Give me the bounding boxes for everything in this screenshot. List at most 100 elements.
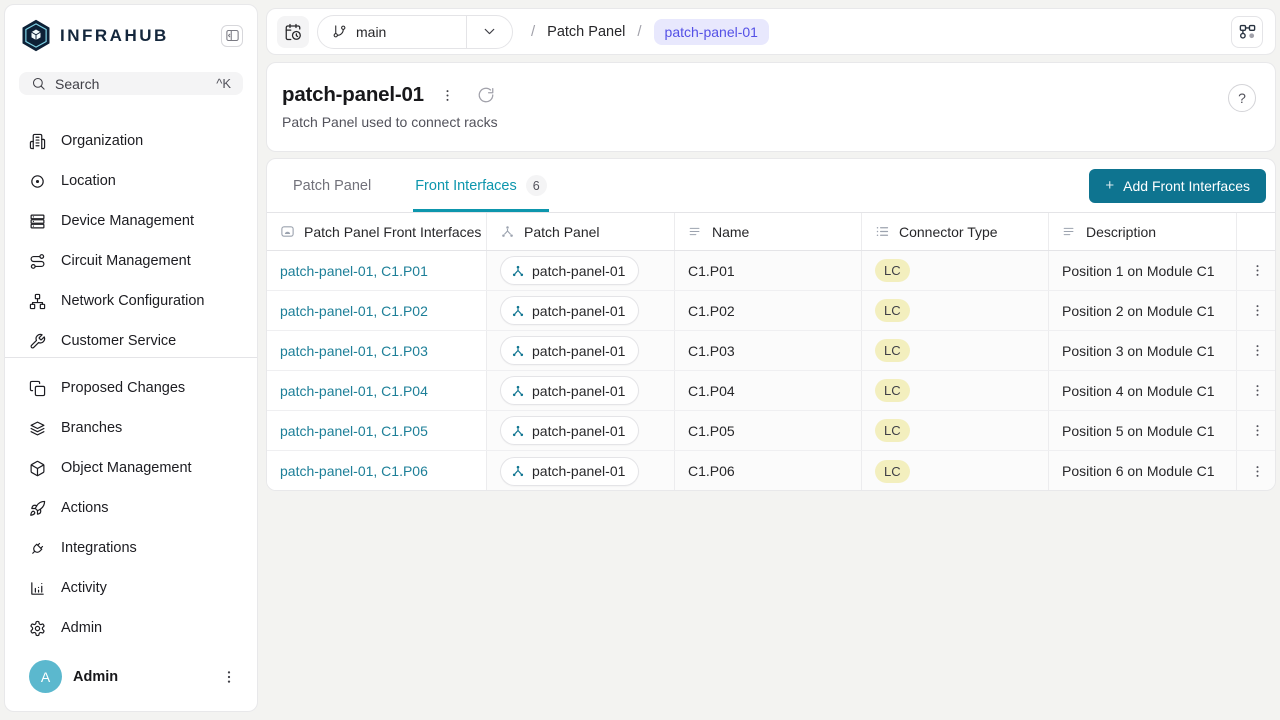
- search-input-container[interactable]: ^K: [19, 72, 243, 95]
- help-button[interactable]: ?: [1228, 84, 1256, 112]
- sidebar-collapse-button[interactable]: [221, 25, 243, 47]
- sidebar-item-location[interactable]: Location: [5, 161, 257, 201]
- relationship-icon: [511, 304, 525, 318]
- connector-type-badge: LC: [875, 379, 910, 402]
- interface-link[interactable]: patch-panel-01, C1.P05: [280, 423, 428, 439]
- add-button-label: Add Front Interfaces: [1123, 178, 1250, 194]
- sidebar-item-integrations[interactable]: Integrations: [5, 528, 257, 568]
- breadcrumb-current-pill[interactable]: patch-panel-01: [654, 19, 769, 45]
- row-menu-button[interactable]: [1243, 377, 1271, 405]
- sidebar-item-circuit-management[interactable]: Circuit Management: [5, 241, 257, 281]
- name-cell: C1.P05: [675, 411, 862, 450]
- relationship-icon: [511, 264, 525, 278]
- table-row[interactable]: patch-panel-01, C1.P06 patch-panel-01 C1…: [267, 451, 1275, 491]
- search-input[interactable]: [55, 76, 207, 92]
- add-front-interfaces-button[interactable]: + Add Front Interfaces: [1089, 169, 1266, 203]
- gear-icon: [29, 620, 46, 637]
- bar-chart-icon: [29, 580, 46, 597]
- panel-collapse-icon: [225, 28, 240, 43]
- column-label: Patch Panel: [524, 224, 600, 240]
- branch-name: main: [356, 24, 386, 40]
- column-header-front-interfaces: Patch Panel Front Interfaces: [267, 213, 487, 250]
- table-row[interactable]: patch-panel-01, C1.P05 patch-panel-01 C1…: [267, 411, 1275, 451]
- column-header-name: Name: [675, 213, 862, 250]
- interface-link[interactable]: patch-panel-01, C1.P04: [280, 383, 428, 399]
- interface-link[interactable]: patch-panel-01, C1.P01: [280, 263, 428, 279]
- row-menu-button[interactable]: [1243, 297, 1271, 325]
- connector-type-badge: LC: [875, 339, 910, 362]
- object-menu-button[interactable]: [438, 86, 457, 105]
- branch-selector[interactable]: main: [317, 15, 513, 49]
- row-menu-button[interactable]: [1243, 417, 1271, 445]
- copy-icon: [29, 380, 46, 397]
- time-travel-button[interactable]: [277, 16, 309, 48]
- patch-panel-chip[interactable]: patch-panel-01: [500, 256, 639, 285]
- patch-panel-chip[interactable]: patch-panel-01: [500, 336, 639, 365]
- chip-label: patch-panel-01: [532, 263, 625, 279]
- sidebar-item-device-management[interactable]: Device Management: [5, 201, 257, 241]
- page-subtitle: Patch Panel used to connect racks: [282, 114, 1257, 130]
- cube-icon: [29, 460, 46, 477]
- sidebar-item-organization[interactable]: Organization: [5, 121, 257, 161]
- interface-link[interactable]: patch-panel-01, C1.P03: [280, 343, 428, 359]
- row-menu-button[interactable]: [1243, 457, 1271, 485]
- interface-link[interactable]: patch-panel-01, C1.P06: [280, 463, 428, 479]
- tab-front-interfaces[interactable]: Front Interfaces 6: [413, 159, 549, 212]
- table-row[interactable]: patch-panel-01, C1.P03 patch-panel-01 C1…: [267, 331, 1275, 371]
- column-label: Connector Type: [899, 224, 998, 240]
- card-icon: [280, 224, 295, 239]
- refresh-icon: [477, 86, 495, 104]
- object-details-card: Patch Panel Front Interfaces 6 + Add Fro…: [266, 158, 1276, 491]
- sidebar-item-activity[interactable]: Activity: [5, 568, 257, 608]
- breadcrumb-parent-link[interactable]: Patch Panel: [547, 24, 625, 40]
- branch-selector-value[interactable]: main: [318, 16, 466, 48]
- object-header-card: patch-panel-01 Patch Panel used to conne…: [266, 62, 1276, 152]
- patch-panel-chip[interactable]: patch-panel-01: [500, 416, 639, 445]
- sidebar-item-label: Customer Service: [61, 333, 176, 349]
- connector-type-badge: LC: [875, 259, 910, 282]
- row-menu-button[interactable]: [1243, 337, 1271, 365]
- wrench-icon: [29, 333, 46, 350]
- user-menu-button[interactable]: [217, 665, 241, 689]
- breadcrumb: / Patch Panel / patch-panel-01: [531, 19, 769, 45]
- table-row[interactable]: patch-panel-01, C1.P01 patch-panel-01 C1…: [267, 251, 1275, 291]
- search-icon: [31, 76, 46, 91]
- sidebar-item-object-management[interactable]: Object Management: [5, 448, 257, 488]
- building-icon: [29, 133, 46, 150]
- chevron-down-icon: [481, 23, 498, 40]
- git-branch-icon: [332, 24, 347, 39]
- route-icon: [29, 253, 46, 270]
- refresh-button[interactable]: [475, 84, 497, 106]
- patch-panel-chip[interactable]: patch-panel-01: [500, 376, 639, 405]
- sidebar-item-label: Network Configuration: [61, 293, 204, 309]
- description-cell: Position 2 on Module C1: [1049, 291, 1237, 330]
- chip-label: patch-panel-01: [532, 343, 625, 359]
- sidebar-item-customer-service[interactable]: Customer Service: [5, 321, 257, 349]
- sidebar-item-admin[interactable]: Admin: [5, 608, 257, 648]
- sidebar-item-label: Activity: [61, 580, 107, 596]
- sidebar-item-network-configuration[interactable]: Network Configuration: [5, 281, 257, 321]
- table-row[interactable]: patch-panel-01, C1.P04 patch-panel-01 C1…: [267, 371, 1275, 411]
- patch-panel-chip[interactable]: patch-panel-01: [500, 457, 639, 486]
- sidebar-item-label: Organization: [61, 133, 143, 149]
- sidebar-item-actions[interactable]: Actions: [5, 488, 257, 528]
- description-cell: Position 5 on Module C1: [1049, 411, 1237, 450]
- column-header-actions: [1237, 213, 1276, 250]
- schema-viewer-button[interactable]: [1231, 16, 1263, 48]
- table-row[interactable]: patch-panel-01, C1.P02 patch-panel-01 C1…: [267, 291, 1275, 331]
- interface-link[interactable]: patch-panel-01, C1.P02: [280, 303, 428, 319]
- logo-row: INFRAHUB: [5, 5, 257, 62]
- sidebar-item-branches[interactable]: Branches: [5, 408, 257, 448]
- patch-panel-chip[interactable]: patch-panel-01: [500, 296, 639, 325]
- branch-selector-toggle[interactable]: [466, 16, 512, 48]
- row-menu-button[interactable]: [1243, 257, 1271, 285]
- sidebar-item-proposed-changes[interactable]: Proposed Changes: [5, 368, 257, 408]
- chip-label: patch-panel-01: [532, 463, 625, 479]
- name-cell: C1.P03: [675, 331, 862, 370]
- user-row[interactable]: A Admin: [5, 648, 257, 711]
- sidebar-item-label: Branches: [61, 420, 122, 436]
- tab-patch-panel[interactable]: Patch Panel: [291, 159, 373, 212]
- sidebar-item-label: Integrations: [61, 540, 137, 556]
- column-label: Patch Panel Front Interfaces: [304, 224, 481, 240]
- column-header-connector-type: Connector Type: [862, 213, 1049, 250]
